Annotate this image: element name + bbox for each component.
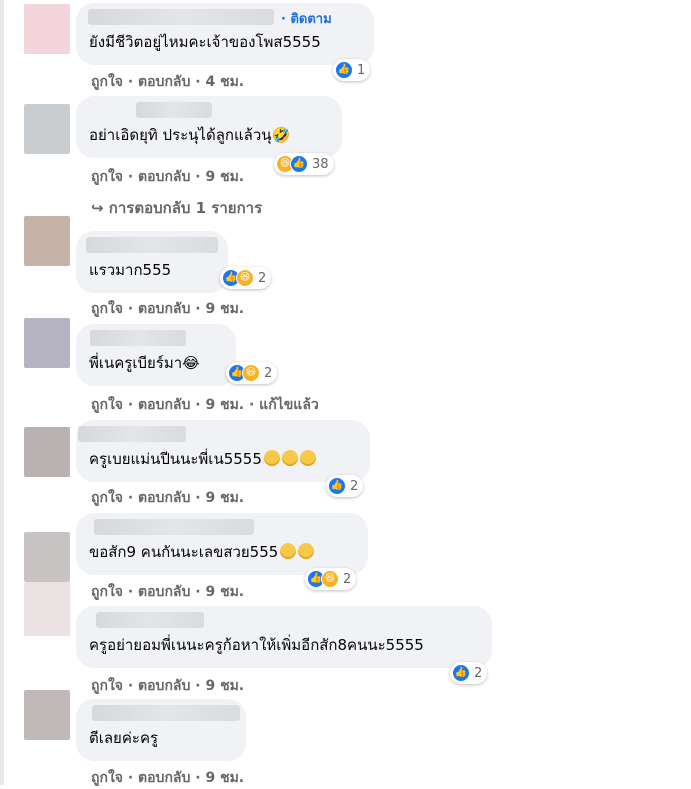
avatar[interactable] <box>24 104 70 154</box>
comment-text: พี่เนครูเบียร์มา😂 <box>89 354 200 372</box>
comment-bubble: พี่เนครูเบียร์มา😂 <box>76 324 236 386</box>
avatar[interactable] <box>24 318 70 368</box>
comment-text: ขอสัก9 คนกันนะเลขสวย555 <box>89 540 315 564</box>
author-name-blurred[interactable] <box>96 612 204 628</box>
comment-actions[interactable]: ถูกใจ · ตอบกลับ · 9 ชม. · แก้ไขแล้ว <box>91 394 319 416</box>
comment-text: ตีเลยค่ะครู <box>89 729 159 747</box>
reaction-badge[interactable]: 👍 2 <box>326 475 364 497</box>
comment-bubble: ตีเลยค่ะครู <box>76 699 246 761</box>
comment-actions[interactable]: ถูกใจ · ตอบกลับ · 9 ชม. <box>91 166 244 188</box>
comment-bubble: ครูอย่ายอมพี่เนนะครูก้อหาให้เพิ่มอีกสัก8… <box>76 606 492 668</box>
author-name-blurred[interactable] <box>92 705 240 721</box>
comment-bubble: แรวมาก555 <box>76 231 228 293</box>
comment-actions[interactable]: ถูกใจ · ตอบกลับ · 9 ชม. <box>91 298 244 320</box>
haha-icon: 😆 <box>321 570 339 588</box>
avatar[interactable] <box>24 532 70 582</box>
author-name-blurred[interactable] <box>94 519 254 535</box>
comment-actions[interactable]: ถูกใจ · ตอบกลับ · 9 ชม. <box>91 581 244 603</box>
comment-bubble: ครูเบยแม่นปีนนะพี่เน5555 <box>76 420 370 482</box>
grin-emoji-icon <box>263 450 280 466</box>
like-icon: 👍 <box>290 155 308 173</box>
comment-bubble: อย่าเอิดยุทิ ประนุได้ลูกแล้วนุ🤣 <box>76 96 342 158</box>
comment-bubble: · ติดตาม ยังมีชีวิตอยู่ไหมคะเจ้าของโพส55… <box>76 3 374 65</box>
reaction-badge[interactable]: 👍 😆 2 <box>226 362 278 384</box>
author-name-blurred[interactable] <box>86 237 218 253</box>
reaction-badge[interactable]: 😆 👍 38 <box>274 153 334 175</box>
reaction-badge[interactable]: 👍 😆 2 <box>305 568 357 590</box>
left-edge <box>0 0 4 785</box>
avatar[interactable] <box>24 427 70 477</box>
like-icon: 👍 <box>328 477 346 495</box>
author-name-blurred[interactable] <box>78 426 186 442</box>
avatar[interactable] <box>24 216 70 266</box>
haha-icon: 😆 <box>242 364 260 382</box>
reaction-count: 1 <box>357 62 366 78</box>
comment-text: อย่าเอิดยุทิ ประนุได้ลูกแล้วนุ🤣 <box>89 126 291 144</box>
hushed-emoji-icon <box>280 543 297 559</box>
comment-actions[interactable]: ถูกใจ · ตอบกลับ · 9 ชม. <box>91 675 244 697</box>
reaction-count: 38 <box>312 156 329 172</box>
comment-text-body: ครูเบยแม่นปีนนะพี่เน5555 <box>89 450 262 468</box>
reaction-count: 2 <box>350 478 359 494</box>
comment-text: ครูอย่ายอมพี่เนนะครูก้อหาให้เพิ่มอีกสัก8… <box>89 636 424 654</box>
haha-icon: 😆 <box>236 269 254 287</box>
reaction-count: 2 <box>264 365 273 381</box>
comment-text: แรวมาก555 <box>89 261 172 279</box>
view-replies-link[interactable]: ↪ การตอบกลับ 1 รายการ <box>91 196 262 220</box>
comment-actions[interactable]: ถูกใจ · ตอบกลับ · 9 ชม. <box>91 767 244 789</box>
like-icon: 👍 <box>335 61 353 79</box>
comment-bubble: ขอสัก9 คนกันนะเลขสวย555 <box>76 513 368 575</box>
comment-actions[interactable]: ถูกใจ · ตอบกลับ · 4 ชม. <box>91 71 244 93</box>
reaction-badge[interactable]: 👍 2 <box>450 662 488 684</box>
avatar[interactable] <box>24 4 70 54</box>
reaction-badge[interactable]: 👍 1 <box>333 59 371 81</box>
comment-text: ยังมีชีวิตอยู่ไหมคะเจ้าของโพส5555 <box>89 33 321 51</box>
reaction-badge[interactable]: 👍 😆 2 <box>220 267 272 289</box>
comment-text-body: ขอสัก9 คนกันนะเลขสวย555 <box>89 543 279 561</box>
reaction-count: 2 <box>258 270 267 286</box>
follow-link[interactable]: · ติดตาม <box>281 8 332 29</box>
reaction-count: 2 <box>474 665 483 681</box>
like-icon: 👍 <box>452 664 470 682</box>
hushed-emoji-icon <box>298 543 315 559</box>
grin-emoji-icon <box>299 450 316 466</box>
comment-text: ครูเบยแม่นปีนนะพี่เน5555 <box>89 447 316 471</box>
avatar[interactable] <box>24 582 70 636</box>
author-name-blurred[interactable] <box>88 9 274 25</box>
grin-emoji-icon <box>281 450 298 466</box>
reaction-count: 2 <box>343 571 352 587</box>
author-name-blurred[interactable] <box>136 102 212 118</box>
comment-actions[interactable]: ถูกใจ · ตอบกลับ · 9 ชม. <box>91 487 244 509</box>
avatar[interactable] <box>24 690 70 740</box>
author-name-blurred[interactable] <box>90 330 186 346</box>
